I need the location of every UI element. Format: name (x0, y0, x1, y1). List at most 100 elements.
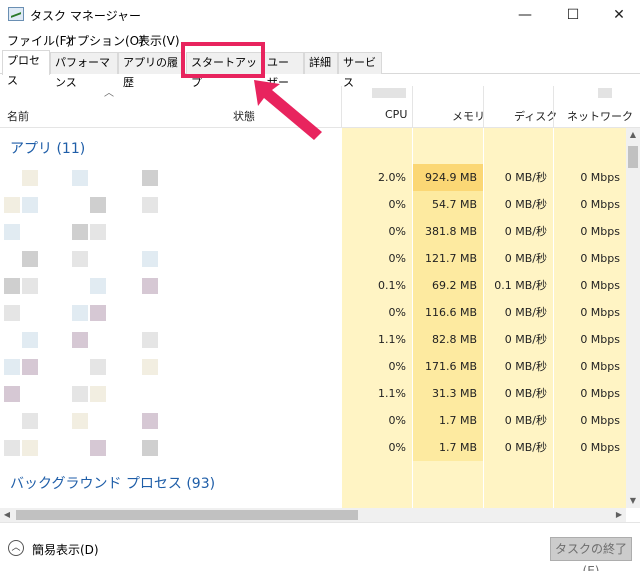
memory-cell: 924.9 MB (413, 164, 483, 191)
close-button[interactable]: ✕ (596, 0, 640, 30)
column-memory[interactable]: メモリ (452, 108, 485, 124)
maximize-button[interactable]: ☐ (550, 0, 596, 30)
table-row[interactable]: 0.1% 69.2 MB 0.1 MB/秒 0 Mbps (0, 272, 626, 299)
redacted-process-icon (72, 305, 88, 321)
disk-cell: 0 MB/秒 (504, 360, 547, 373)
redacted-process-icon (22, 170, 38, 186)
title-bar: タスク マネージャー — ☐ ✕ (0, 0, 640, 30)
scroll-down-icon[interactable]: ▼ (626, 494, 640, 508)
table-row[interactable]: 0% 381.8 MB 0 MB/秒 0 Mbps (0, 218, 626, 245)
network-cell: 0 Mbps (580, 279, 620, 292)
memory-cell: 69.2 MB (413, 272, 483, 299)
column-network[interactable]: ネットワーク (567, 108, 633, 124)
table-row[interactable]: 1.1% 31.3 MB 0 MB/秒 0 Mbps (0, 380, 626, 407)
column-divider[interactable] (341, 86, 342, 128)
redacted-process-icon (142, 332, 158, 348)
cpu-cell: 0% (388, 198, 406, 211)
scroll-right-icon[interactable]: ▶ (612, 508, 626, 522)
disk-cell: 0 MB/秒 (504, 225, 547, 238)
redacted-process-icon (90, 440, 106, 456)
table-row[interactable]: 0% 1.7 MB 0 MB/秒 0 Mbps (0, 407, 626, 434)
redacted-process-icon (142, 278, 158, 294)
scroll-left-icon[interactable]: ◀ (0, 508, 14, 522)
redacted-process-icon (22, 359, 38, 375)
redacted-process-icon (4, 305, 20, 321)
column-name[interactable]: 名前 (7, 108, 29, 124)
disk-cell: 0.1 MB/秒 (494, 279, 547, 292)
column-divider[interactable] (412, 86, 413, 128)
memory-cell: 116.6 MB (413, 299, 483, 326)
network-cell: 0 Mbps (580, 441, 620, 454)
redacted-process-icon (72, 251, 88, 267)
disk-cell: 0 MB/秒 (504, 414, 547, 427)
horizontal-scrollbar[interactable]: ◀ ▶ (0, 508, 626, 522)
network-cell: 0 Mbps (580, 225, 620, 238)
memory-cell: 54.7 MB (413, 191, 483, 218)
memory-cell: 1.7 MB (413, 407, 483, 434)
tab-app-history[interactable]: アプリの履歴 (118, 52, 184, 89)
table-row[interactable]: 0% 121.7 MB 0 MB/秒 0 Mbps (0, 245, 626, 272)
table-row[interactable]: 2.0% 924.9 MB 0 MB/秒 0 Mbps (0, 164, 626, 191)
network-cell: 0 Mbps (580, 333, 620, 346)
network-cell: 0 Mbps (580, 414, 620, 427)
end-task-button[interactable]: タスクの終了(E) (550, 537, 632, 571)
horizontal-scroll-thumb[interactable] (16, 510, 358, 520)
fewer-details-link[interactable]: 簡易表示(D) (32, 541, 99, 558)
minimize-button[interactable]: — (502, 0, 548, 30)
tab-bar: プロセス パフォーマンス アプリの履歴 スタートアップ ユーザー 詳細 サービス (0, 50, 640, 89)
redacted-process-icon (22, 197, 38, 213)
network-cell: 0 Mbps (580, 198, 620, 211)
tab-services[interactable]: サービス (338, 52, 382, 89)
menu-bar: ファイル(F) オプション(O) 表示(V) (0, 30, 640, 50)
menu-file[interactable]: ファイル(F) (7, 32, 71, 49)
tab-processes[interactable]: プロセス (2, 50, 50, 87)
network-cell: 0 Mbps (580, 306, 620, 319)
redacted-process-icon (4, 197, 20, 213)
table-row[interactable]: 1.1% 82.8 MB 0 MB/秒 0 Mbps (0, 326, 626, 353)
table-row[interactable]: 0% 54.7 MB 0 MB/秒 0 Mbps (0, 191, 626, 218)
vertical-scrollbar[interactable]: ▲ ▼ (626, 128, 640, 508)
network-cell: 0 Mbps (580, 252, 620, 265)
redacted-process-icon (72, 386, 88, 402)
chevron-up-circle-icon[interactable]: ︿ (8, 540, 24, 556)
task-manager-icon (8, 7, 24, 21)
column-divider[interactable] (483, 86, 484, 128)
table-row[interactable]: 0% 171.6 MB 0 MB/秒 0 Mbps (0, 353, 626, 380)
redacted-process-icon (4, 440, 20, 456)
tab-performance[interactable]: パフォーマンス (50, 52, 118, 89)
redacted-process-icon (142, 413, 158, 429)
redacted-process-icon (72, 332, 88, 348)
window-title: タスク マネージャー (30, 9, 141, 23)
cpu-cell: 1.1% (378, 333, 406, 346)
redacted-process-icon (72, 224, 88, 240)
cpu-cell: 0% (388, 414, 406, 427)
redacted-process-icon (4, 359, 20, 375)
menu-view[interactable]: 表示(V) (138, 32, 180, 49)
vertical-scroll-thumb[interactable] (628, 146, 638, 168)
cpu-cell: 0% (388, 225, 406, 238)
column-divider[interactable] (553, 86, 554, 128)
redacted-process-icon (142, 197, 158, 213)
disk-cell: 0 MB/秒 (504, 198, 547, 211)
column-cpu[interactable]: CPU (385, 108, 407, 121)
scroll-up-icon[interactable]: ▲ (626, 128, 640, 142)
table-row[interactable]: 0% 116.6 MB 0 MB/秒 0 Mbps (0, 299, 626, 326)
tab-users[interactable]: ユーザー (262, 52, 304, 89)
table-row[interactable]: 0% 1.7 MB 0 MB/秒 0 Mbps (0, 434, 626, 461)
sort-up-icon[interactable]: ︿ (104, 84, 114, 99)
tab-details[interactable]: 詳細 (304, 52, 338, 74)
memory-cell: 171.6 MB (413, 353, 483, 380)
menu-options[interactable]: オプション(O) (65, 32, 144, 49)
redacted-process-icon (90, 386, 106, 402)
group-background-heading[interactable]: バックグラウンド プロセス (93) (10, 473, 215, 493)
redacted-process-icon (72, 170, 88, 186)
disk-cell: 0 MB/秒 (504, 171, 547, 184)
startup-tab-highlight (181, 42, 265, 78)
redacted-process-icon (142, 440, 158, 456)
network-percent-redacted (598, 88, 612, 98)
column-disk[interactable]: ディスク (514, 108, 557, 124)
disk-cell: 0 MB/秒 (504, 333, 547, 346)
group-apps-heading[interactable]: アプリ (11) (10, 138, 85, 158)
disk-cell: 0 MB/秒 (504, 306, 547, 319)
cpu-cell: 0.1% (378, 279, 406, 292)
